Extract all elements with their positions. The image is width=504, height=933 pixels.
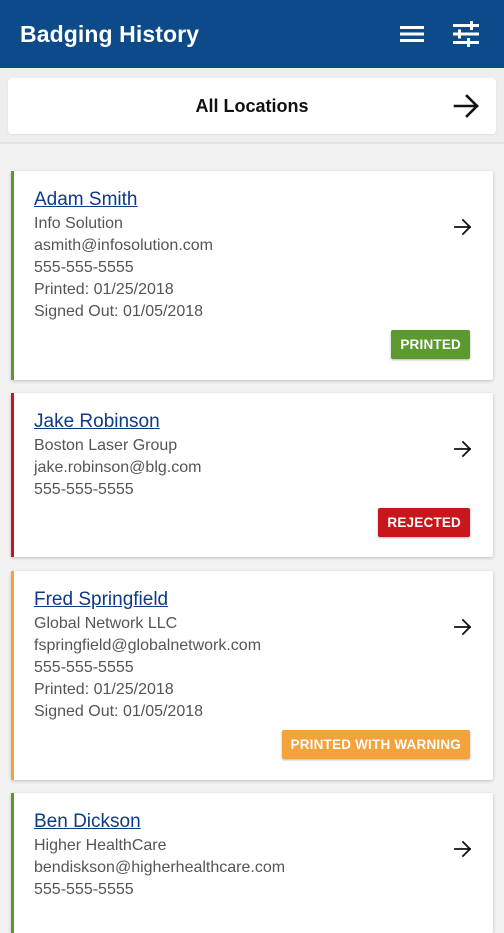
status-badge: PRINTED WITH WARNING (281, 730, 470, 759)
visitor-name-link[interactable]: Jake Robinson (34, 411, 160, 433)
status-accent (11, 571, 14, 780)
visitor-name-link[interactable]: Ben Dickson (34, 811, 141, 833)
page-title: Badging History (20, 20, 200, 47)
phone: 555-555-5555 (34, 659, 134, 676)
arrow-right-icon[interactable] (453, 439, 473, 459)
signed-out-date: Signed Out: 01/05/2018 (34, 703, 204, 720)
phone: 555-555-5555 (34, 881, 134, 898)
email: jake.robinson@blg.com (34, 459, 202, 476)
email: fspringfield@globalnetwork.com (34, 637, 262, 654)
badge-card[interactable]: Ben Dickson Higher HealthCare bendiskson… (11, 793, 493, 933)
phone: 555-555-5555 (34, 259, 134, 276)
visitor-name-link[interactable]: Adam Smith (34, 189, 137, 211)
signed-out-date: Signed Out: 01/05/2018 (34, 303, 204, 320)
app-bar: Badging History (0, 0, 504, 68)
printed-date: Printed: 01/25/2018 (34, 281, 174, 298)
badge-card[interactable]: Fred Springfield Global Network LLC fspr… (11, 571, 493, 780)
company: Info Solution (34, 215, 123, 232)
phone: 555-555-5555 (34, 481, 134, 498)
location-section: All Locations (0, 68, 504, 142)
status-accent (11, 793, 14, 933)
status-badge: PRINTED (391, 330, 470, 359)
status-accent (11, 171, 14, 380)
divider (0, 142, 504, 144)
visitor-name-link[interactable]: Fred Springfield (34, 589, 168, 611)
company: Higher HealthCare (34, 837, 167, 854)
arrow-right-icon[interactable] (453, 839, 473, 859)
arrow-right-icon[interactable] (453, 217, 473, 237)
arrow-right-icon (453, 94, 479, 118)
email: bendiskson@higherhealthcare.com (34, 859, 286, 876)
status-badge: REJECTED (378, 508, 470, 537)
location-selector[interactable]: All Locations (8, 78, 496, 134)
printed-date: Printed: 01/25/2018 (34, 681, 174, 698)
email: asmith@infosolution.com (34, 237, 213, 254)
status-accent (11, 393, 14, 557)
sliders-filter-icon (453, 21, 479, 47)
arrow-right-icon[interactable] (453, 617, 473, 637)
company: Global Network LLC (34, 615, 178, 632)
company: Boston Laser Group (34, 437, 178, 454)
filter-button[interactable] (446, 14, 486, 54)
location-label: All Locations (195, 95, 309, 116)
hamburger-menu-icon (400, 26, 424, 42)
badge-card[interactable]: Jake Robinson Boston Laser Group jake.ro… (11, 393, 493, 557)
badge-card[interactable]: Adam Smith Info Solution asmith@infosolu… (11, 171, 493, 380)
menu-button[interactable] (392, 14, 432, 54)
